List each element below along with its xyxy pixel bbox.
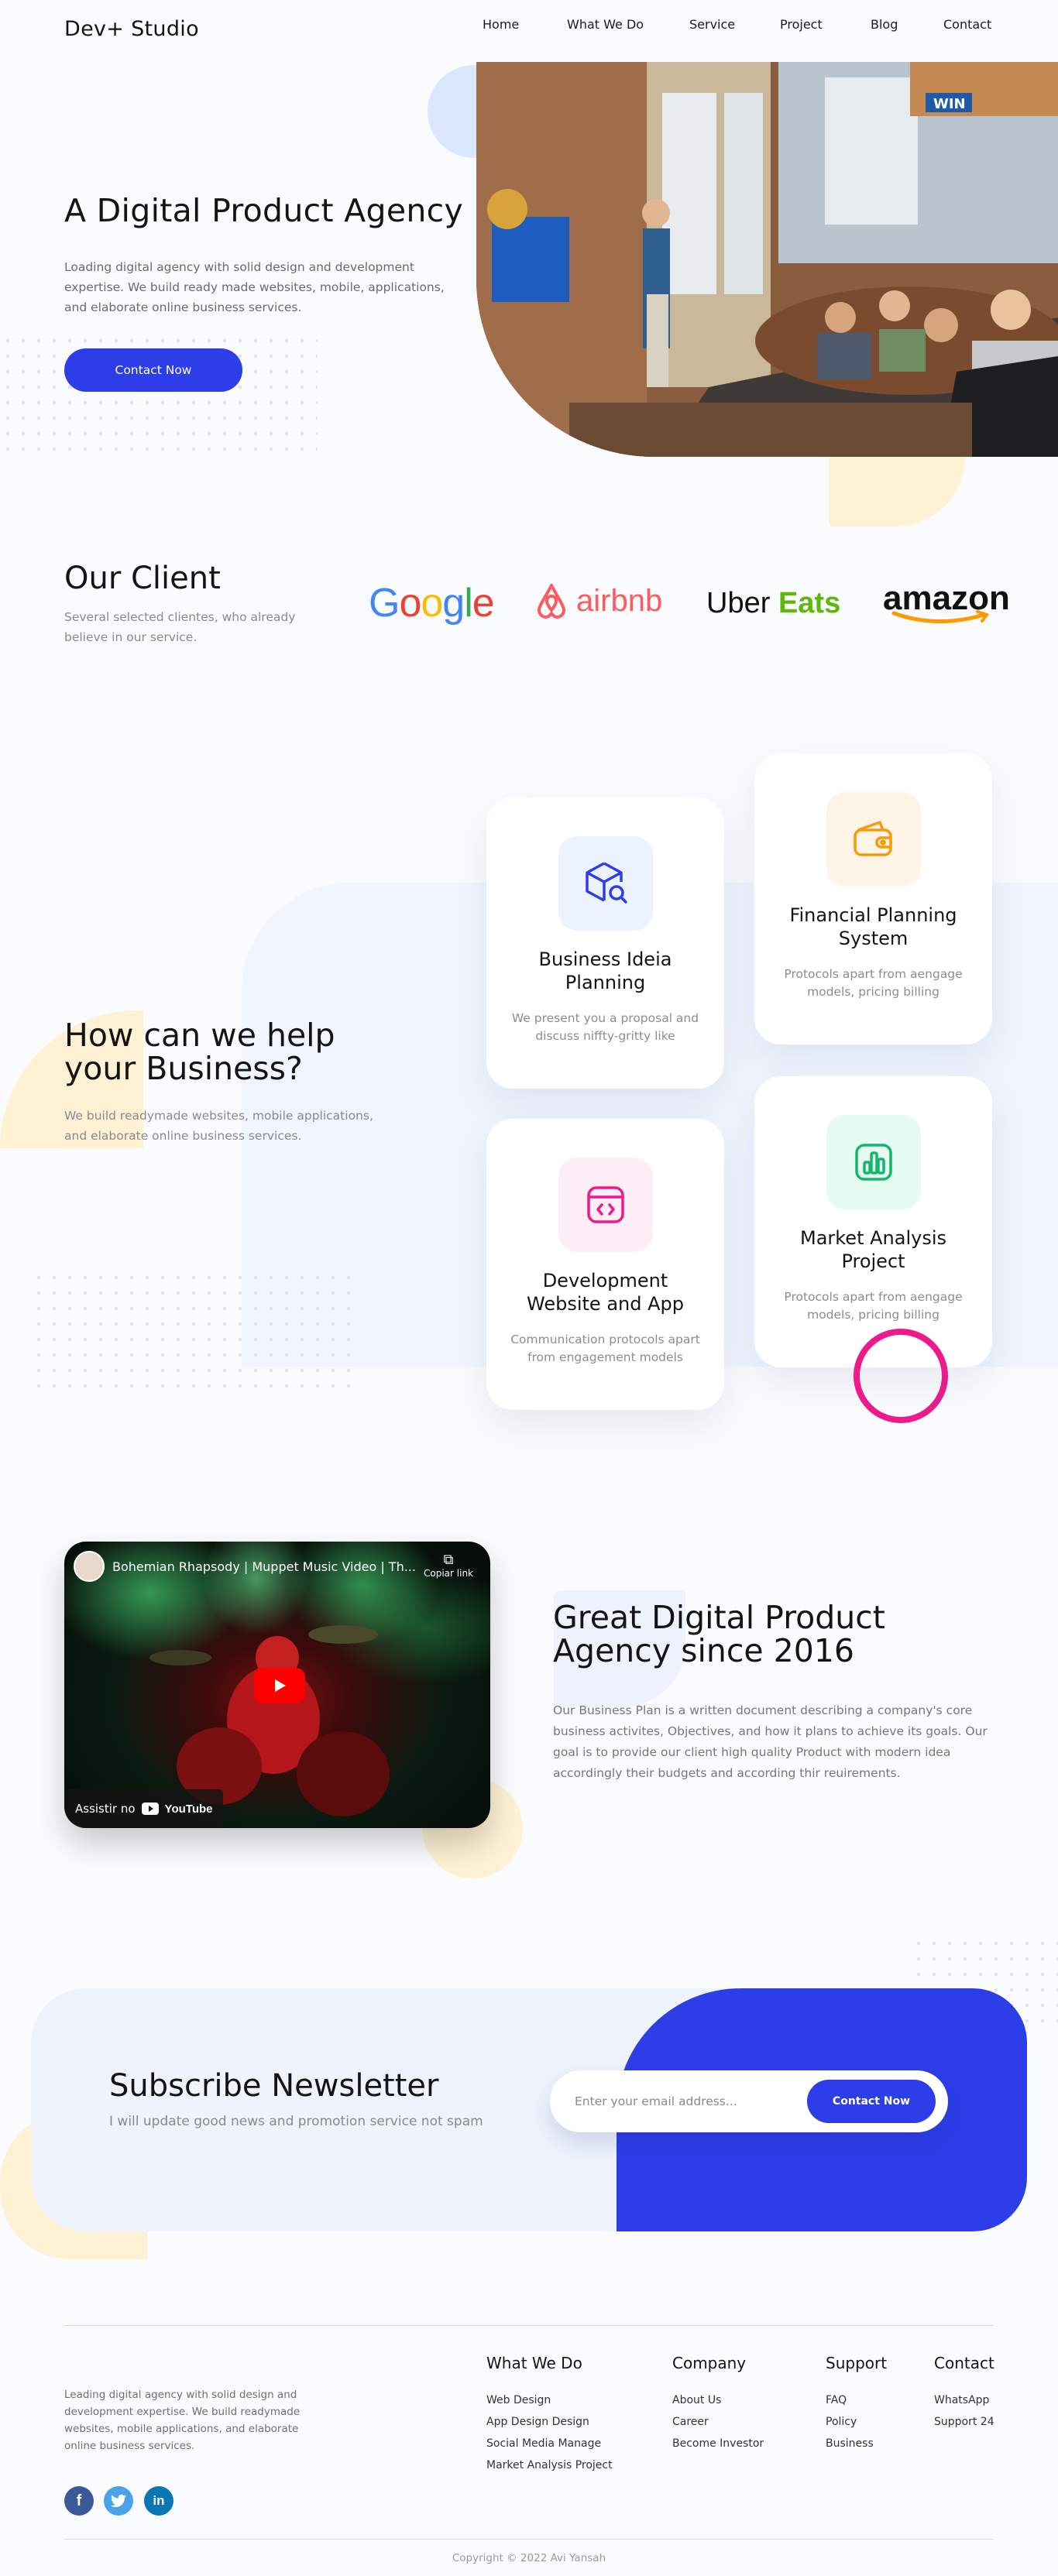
service-card-desc: We present you a proposal and discuss ni… [511, 1011, 699, 1043]
service-card-financial[interactable]: Financial Planning System Protocols apar… [754, 753, 992, 1044]
newsletter-submit-button[interactable]: Contact Now [807, 2080, 936, 2123]
newsletter-subtitle: I will update good news and promotion se… [109, 2114, 483, 2129]
footer-column-title: Support [826, 2354, 888, 2372]
footer-link[interactable]: Market Analysis Project [486, 2454, 613, 2476]
google-wordmark-text: Google [369, 581, 493, 626]
footer-link[interactable]: App Design Design [486, 2411, 613, 2433]
office-scene-illustration: WIN [476, 62, 1058, 457]
footer-link[interactable]: Support 24 [934, 2411, 994, 2433]
google-wordmark: Google [369, 581, 495, 626]
service-card-title: Financial Planning System [789, 904, 957, 949]
hero-image: WIN [476, 62, 1058, 457]
airbnb-wordmark: airbnb [576, 583, 663, 618]
channel-avatar[interactable] [74, 1551, 105, 1582]
service-card-desc: Communication protocols apart from engag… [510, 1333, 700, 1364]
newsletter-title: Subscribe Newsletter [109, 2068, 439, 2104]
youtube-icon [141, 1803, 159, 1815]
airbnb-icon [538, 584, 565, 619]
footer-link[interactable]: Become Investor [672, 2433, 764, 2454]
footer-link[interactable]: Career [672, 2411, 764, 2433]
footer-link[interactable]: Business [826, 2433, 887, 2454]
site-logo[interactable]: Dev+ Studio [64, 17, 199, 41]
service-card-title: Business Ideia Planning [538, 948, 672, 993]
nav-what-we-do[interactable]: What We Do [567, 17, 644, 32]
nav-service[interactable]: Service [689, 17, 735, 32]
twitter-bird-icon [111, 2494, 126, 2507]
bar-chart-icon [826, 1115, 921, 1209]
footer-column-contact: Contact WhatsApp Support 24 [934, 2354, 994, 2433]
wallet-icon-svg [853, 821, 892, 856]
service-card-title: Market Analysis Project [799, 1227, 946, 1272]
code-window-icon-svg [586, 1186, 624, 1223]
clients-title: Our Client [64, 561, 221, 596]
page: Dev+ Studio Home What We Do Service Proj… [0, 0, 1058, 2576]
hero-description: Loading digital agency with solid design… [64, 260, 445, 314]
footer-column-support: Support FAQ Policy Business [826, 2354, 887, 2454]
about-description: Our Business Plan is a written document … [553, 1703, 988, 1780]
cube-search-icon-svg [585, 862, 627, 904]
ubereats-logo: Uber Eats [706, 587, 840, 620]
youtube-wordmark: YouTube [164, 1802, 213, 1816]
wallet-icon [826, 792, 921, 887]
bar-chart-icon-svg [854, 1144, 892, 1181]
footer-link[interactable]: About Us [672, 2389, 764, 2411]
footer-link[interactable]: WhatsApp [934, 2389, 994, 2411]
svg-text:WIN: WIN [933, 96, 966, 112]
video-embed[interactable]: Bohemian Rhapsody | Muppet Music Video |… [64, 1542, 490, 1828]
watch-on-label: Assistir no [75, 1802, 136, 1816]
footer-link[interactable]: Web Design [486, 2389, 613, 2411]
footer-link[interactable]: Social Media Manage [486, 2433, 613, 2454]
twitter-icon[interactable] [104, 2486, 133, 2516]
amazon-logo: amazon [883, 579, 1010, 624]
footer-divider-bottom [64, 2539, 994, 2540]
footer-column-what-we-do: What We Do Web Design App Design Design … [486, 2354, 613, 2476]
nav-contact[interactable]: Contact [943, 17, 991, 32]
clients-description: Several selected clientes, who already b… [64, 610, 296, 644]
nav-home[interactable]: Home [483, 17, 519, 32]
copy-icon: ⧉ [443, 1552, 454, 1568]
footer-divider-top [64, 2325, 994, 2326]
service-card-development[interactable]: Development Website and App Communicatio… [486, 1119, 724, 1410]
service-card-title: Development Website and App [527, 1270, 684, 1315]
about-title: Great Digital Product Agency since 2016 [553, 1599, 885, 1669]
watch-on-youtube-button[interactable]: Assistir no YouTube [64, 1789, 224, 1828]
footer-column-title: Contact [934, 2354, 994, 2372]
footer-link[interactable]: FAQ [826, 2389, 887, 2411]
hero-contact-button[interactable]: Contact Now [64, 348, 242, 392]
copyright: Copyright © 2022 Avi Yansah [452, 2552, 606, 2564]
amazon-smile-icon [891, 610, 990, 624]
play-button[interactable] [254, 1668, 305, 1703]
video-title[interactable]: Bohemian Rhapsody | Muppet Music Video |… [112, 1559, 416, 1574]
eats-wordmark: Eats [778, 587, 841, 619]
hero-title: A Digital Product Agency [64, 192, 464, 229]
services-description: We build readymade websites, mobile appl… [64, 1109, 373, 1143]
services-decor-ring [854, 1329, 948, 1423]
code-window-icon [558, 1158, 653, 1252]
footer-column-title: Company [672, 2354, 747, 2372]
uber-wordmark: Uber [706, 587, 771, 619]
play-icon [275, 1679, 286, 1692]
cube-search-icon [558, 836, 653, 931]
email-input[interactable] [575, 2094, 807, 2108]
footer-link[interactable]: Policy [826, 2411, 887, 2433]
facebook-icon[interactable]: f [64, 2486, 94, 2516]
footer-description: Leading digital agency with solid design… [64, 2389, 301, 2452]
service-card-market[interactable]: Market Analysis Project Protocols apart … [754, 1076, 992, 1367]
services-title: How can we help your Business? [64, 1017, 335, 1087]
nav-project[interactable]: Project [780, 17, 823, 32]
linkedin-icon[interactable]: in [144, 2486, 173, 2516]
newsletter-form: Contact Now [550, 2070, 948, 2132]
services-dot-pattern [31, 1270, 356, 1394]
service-card-desc: Protocols apart from aengage models, pri… [784, 967, 963, 999]
copy-link-label: Copiar link [424, 1568, 473, 1579]
service-card-business[interactable]: Business Ideia Planning We present you a… [486, 797, 724, 1089]
video-header: Bohemian Rhapsody | Muppet Music Video |… [74, 1551, 416, 1582]
footer-column-title: What We Do [486, 2354, 582, 2372]
copy-link-button[interactable]: ⧉ Copiar link [424, 1552, 473, 1580]
footer-column-company: Company About Us Career Become Investor [672, 2354, 764, 2454]
airbnb-logo: airbnb [534, 582, 662, 619]
google-logo: Google [369, 579, 495, 638]
service-card-desc: Protocols apart from aengage models, pri… [784, 1290, 963, 1322]
nav-blog[interactable]: Blog [871, 17, 898, 32]
